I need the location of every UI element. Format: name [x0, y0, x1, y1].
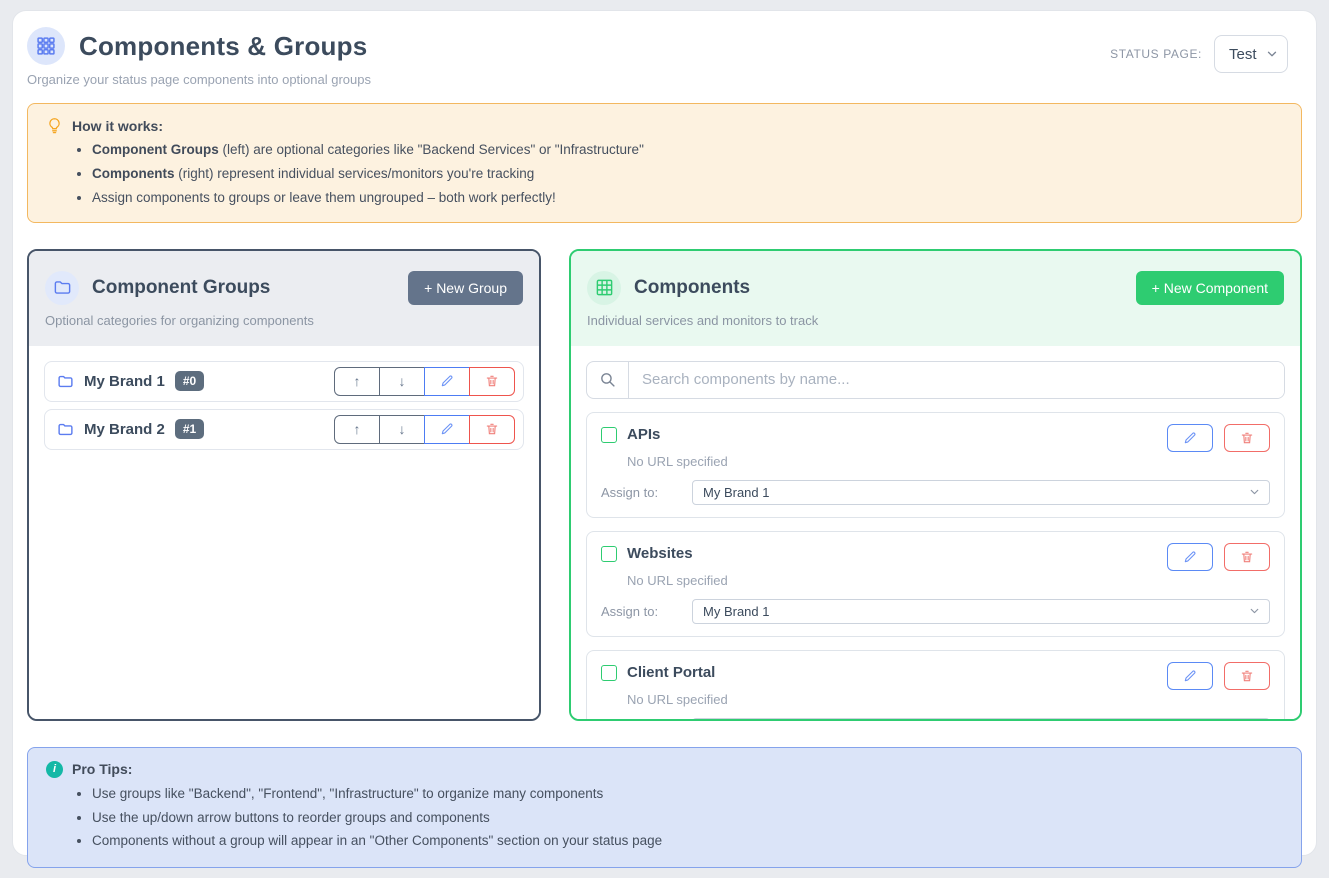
trash-icon [1240, 550, 1254, 564]
groups-panel-subtitle: Optional categories for organizing compo… [45, 313, 523, 328]
pro-tips-item: Use the up/down arrow buttons to reorder… [92, 809, 1283, 828]
delete-group-button[interactable] [469, 415, 515, 444]
group-row: My Brand 2 #1 ↑ ↓ [44, 409, 524, 450]
lightbulb-icon [46, 117, 63, 134]
assign-to-label: Assign to: [601, 604, 692, 619]
component-checkbox[interactable] [601, 427, 617, 443]
new-component-button[interactable]: + New Component [1136, 271, 1284, 305]
search-input[interactable] [629, 362, 1284, 398]
group-name: My Brand 2 [84, 421, 165, 438]
components-grid-icon [27, 27, 65, 65]
delete-component-button[interactable] [1224, 662, 1270, 690]
component-url-note: No URL specified [627, 692, 1270, 707]
up-arrow-icon: ↑ [354, 373, 361, 389]
assign-group-select[interactable]: My Brand 1 [692, 599, 1270, 624]
edit-component-button[interactable] [1167, 662, 1213, 690]
component-card: Websites No URL specified Assign to: [586, 531, 1285, 637]
search-icon [587, 362, 629, 398]
delete-group-button[interactable] [469, 367, 515, 396]
component-card: APIs No URL specified Assign to: [586, 412, 1285, 518]
group-order-badge: #0 [175, 371, 204, 391]
how-it-works-item: Assign components to groups or leave the… [92, 189, 1283, 208]
move-down-button[interactable]: ↓ [379, 367, 425, 396]
new-group-button[interactable]: + New Group [408, 271, 523, 305]
status-page-select[interactable]: Test [1214, 35, 1288, 73]
trash-icon [1240, 669, 1254, 683]
move-up-button[interactable]: ↑ [334, 367, 380, 396]
pencil-icon [440, 374, 454, 388]
edit-component-button[interactable] [1167, 543, 1213, 571]
folder-icon [45, 271, 79, 305]
delete-component-button[interactable] [1224, 424, 1270, 452]
component-checkbox[interactable] [601, 665, 617, 681]
page-header: Components & Groups Organize your status… [27, 27, 1302, 87]
group-row: My Brand 1 #0 ↑ ↓ [44, 361, 524, 402]
component-name: Client Portal [627, 664, 715, 681]
trash-icon [1240, 431, 1254, 445]
folder-icon [57, 421, 74, 438]
edit-group-button[interactable] [424, 415, 470, 444]
assign-to-label: Assign to: [601, 485, 692, 500]
move-down-button[interactable]: ↓ [379, 415, 425, 444]
assign-group-select[interactable]: My Brand 2 [692, 718, 1270, 721]
pro-tips-list: Use groups like "Backend", "Frontend", "… [92, 785, 1283, 852]
folder-icon [57, 373, 74, 390]
pencil-icon [440, 422, 454, 436]
pencil-icon [1183, 669, 1197, 683]
info-icon: i [46, 761, 63, 778]
pencil-icon [1183, 550, 1197, 564]
trash-icon [485, 422, 499, 436]
delete-component-button[interactable] [1224, 543, 1270, 571]
assign-group-select[interactable]: My Brand 1 [692, 480, 1270, 505]
components-panel: Components + New Component Individual se… [569, 249, 1302, 721]
component-name: APIs [627, 426, 660, 443]
component-card: Client Portal No URL specified Assig [586, 650, 1285, 721]
edit-component-button[interactable] [1167, 424, 1213, 452]
down-arrow-icon: ↓ [399, 373, 406, 389]
down-arrow-icon: ↓ [399, 421, 406, 437]
how-it-works-list: Component Groups (left) are optional cat… [92, 141, 1283, 208]
page-title: Components & Groups [79, 31, 367, 62]
page-subtitle: Organize your status page components int… [27, 72, 371, 87]
component-name: Websites [627, 545, 693, 562]
component-url-note: No URL specified [627, 573, 1270, 588]
edit-group-button[interactable] [424, 367, 470, 396]
pro-tips-item: Use groups like "Backend", "Frontend", "… [92, 785, 1283, 804]
move-up-button[interactable]: ↑ [334, 415, 380, 444]
component-groups-panel: Component Groups + New Group Optional ca… [27, 249, 541, 721]
pro-tips-box: i Pro Tips: Use groups like "Backend", "… [27, 747, 1302, 869]
how-it-works-item: Components (right) represent individual … [92, 165, 1283, 184]
component-checkbox[interactable] [601, 546, 617, 562]
up-arrow-icon: ↑ [354, 421, 361, 437]
component-url-note: No URL specified [627, 454, 1270, 469]
group-name: My Brand 1 [84, 373, 165, 390]
pro-tips-title: Pro Tips: [72, 761, 132, 777]
how-it-works-item: Component Groups (left) are optional cat… [92, 141, 1283, 160]
table-grid-icon [587, 271, 621, 305]
components-panel-title: Components [634, 277, 750, 299]
pro-tips-item: Components without a group will appear i… [92, 832, 1283, 851]
group-order-badge: #1 [175, 419, 204, 439]
pencil-icon [1183, 431, 1197, 445]
how-it-works-box: How it works: Component Groups (left) ar… [27, 103, 1302, 223]
page-card: Components & Groups Organize your status… [12, 10, 1317, 856]
how-it-works-title: How it works: [72, 118, 163, 134]
status-page-label: STATUS PAGE: [1110, 47, 1202, 61]
groups-panel-title: Component Groups [92, 277, 270, 299]
trash-icon [485, 374, 499, 388]
component-search [586, 361, 1285, 399]
components-panel-subtitle: Individual services and monitors to trac… [587, 313, 1284, 328]
